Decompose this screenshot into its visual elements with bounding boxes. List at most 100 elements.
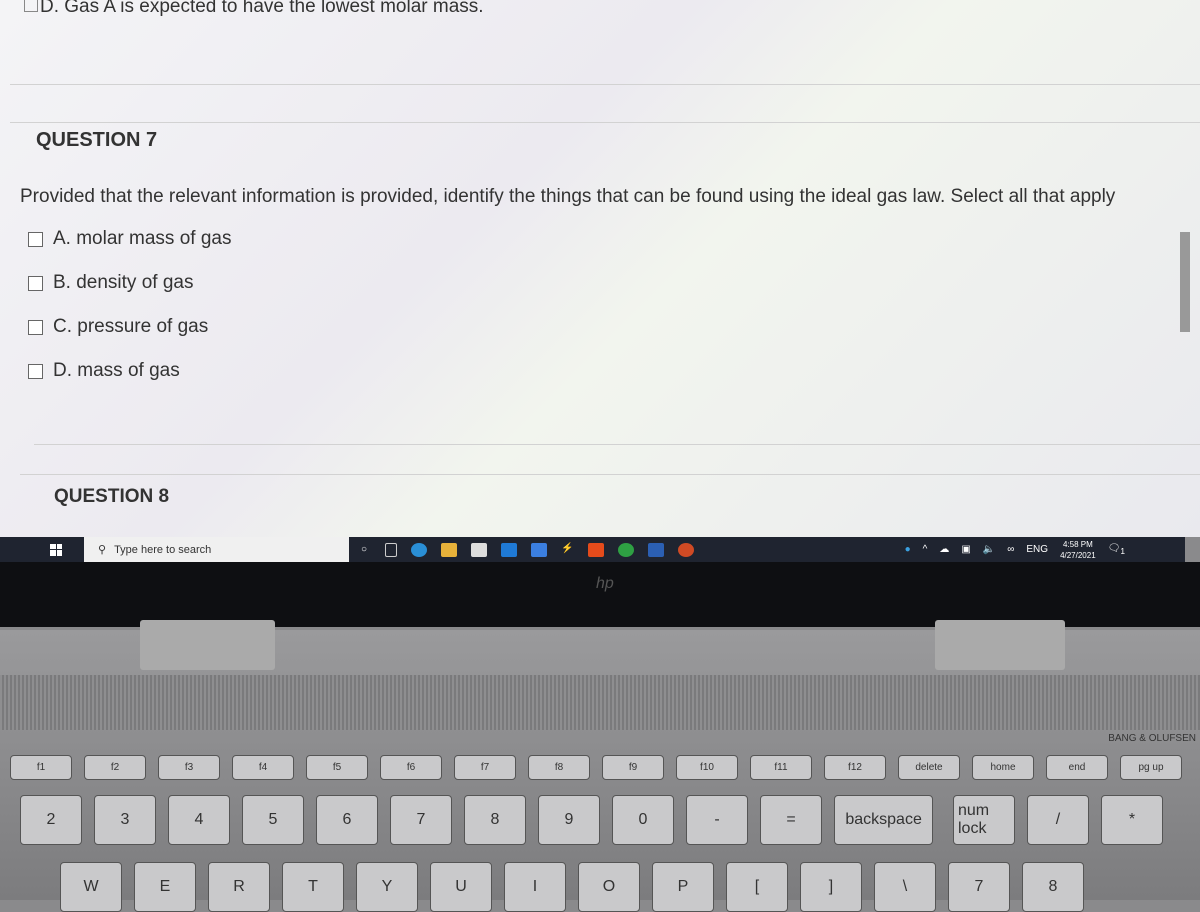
key-8[interactable]: 8 bbox=[464, 795, 526, 845]
key-f11[interactable]: f11 bbox=[750, 755, 812, 780]
key-[interactable]: = bbox=[760, 795, 822, 845]
key-end[interactable]: end bbox=[1046, 755, 1108, 780]
brand-label: BANG & OLUFSEN bbox=[1108, 733, 1196, 744]
option-a[interactable]: A. molar mass of gas bbox=[28, 228, 231, 250]
key-6[interactable]: 6 bbox=[316, 795, 378, 845]
key-[interactable]: \ bbox=[874, 862, 936, 912]
key-8[interactable]: 8 bbox=[1022, 862, 1084, 912]
hp-logo: hp bbox=[596, 575, 614, 592]
key-2[interactable]: 2 bbox=[20, 795, 82, 845]
key-E[interactable]: E bbox=[134, 862, 196, 912]
taskbar: ⚲ Type here to search ○ ⚡ ● ^ ☁ ▣ 🔈 ∞ ENG… bbox=[0, 537, 1185, 562]
key-home[interactable]: home bbox=[972, 755, 1034, 780]
option-d[interactable]: D. mass of gas bbox=[28, 360, 180, 382]
meet-now-icon[interactable]: ▣ bbox=[961, 544, 970, 555]
chrome-icon[interactable] bbox=[617, 542, 634, 557]
key-[interactable]: * bbox=[1101, 795, 1163, 845]
browser-page: D. Gas A is expected to have the lowest … bbox=[0, 0, 1200, 537]
key-f2[interactable]: f2 bbox=[84, 755, 146, 780]
store-icon[interactable] bbox=[471, 542, 488, 557]
option-c[interactable]: C. pressure of gas bbox=[28, 316, 208, 338]
divider bbox=[10, 122, 1200, 123]
chevron-up-icon[interactable]: ^ bbox=[923, 544, 928, 555]
option-label: C. pressure of gas bbox=[53, 316, 209, 337]
key-[interactable]: [ bbox=[726, 862, 788, 912]
search-placeholder: Type here to search bbox=[114, 543, 212, 556]
help-icon[interactable]: ● bbox=[905, 544, 911, 555]
file-explorer-icon[interactable] bbox=[441, 542, 458, 557]
key-pgup[interactable]: pg up bbox=[1120, 755, 1182, 780]
key-5[interactable]: 5 bbox=[242, 795, 304, 845]
key-[interactable]: / bbox=[1027, 795, 1089, 845]
key-f10[interactable]: f10 bbox=[676, 755, 738, 780]
hinge-right bbox=[935, 620, 1065, 670]
option-label: D. mass of gas bbox=[53, 360, 180, 381]
key-f6[interactable]: f6 bbox=[380, 755, 442, 780]
network-icon[interactable]: ∞ bbox=[1007, 544, 1014, 555]
key-f1[interactable]: f1 bbox=[10, 755, 72, 780]
dropbox-icon[interactable] bbox=[531, 542, 548, 557]
speaker-grille bbox=[0, 675, 1200, 730]
key-U[interactable]: U bbox=[430, 862, 492, 912]
key-9[interactable]: 9 bbox=[538, 795, 600, 845]
key-f7[interactable]: f7 bbox=[454, 755, 516, 780]
key-T[interactable]: T bbox=[282, 862, 344, 912]
powerpoint-icon[interactable] bbox=[677, 542, 694, 557]
key-backspace[interactable]: backspace bbox=[834, 795, 934, 845]
key-0[interactable]: 0 bbox=[612, 795, 674, 845]
question-7-title: QUESTION 7 bbox=[36, 129, 158, 151]
clock[interactable]: 4:58 PM 4/27/2021 bbox=[1060, 539, 1096, 561]
scrollbar[interactable] bbox=[1180, 232, 1190, 332]
task-view-icon[interactable] bbox=[385, 542, 398, 557]
key-7[interactable]: 7 bbox=[390, 795, 452, 845]
mail-icon[interactable] bbox=[501, 542, 518, 557]
key-O[interactable]: O bbox=[578, 862, 640, 912]
key-f4[interactable]: f4 bbox=[232, 755, 294, 780]
key-[interactable]: ] bbox=[800, 862, 862, 912]
checkbox[interactable] bbox=[28, 363, 43, 379]
previous-option-label: D. Gas A is expected to have the lowest … bbox=[40, 0, 484, 17]
onedrive-icon[interactable]: ☁ bbox=[939, 544, 949, 555]
key-3[interactable]: 3 bbox=[94, 795, 156, 845]
key-W[interactable]: W bbox=[60, 862, 122, 912]
option-b[interactable]: B. density of gas bbox=[28, 272, 193, 294]
taskbar-search[interactable]: ⚲ Type here to search bbox=[84, 537, 349, 562]
key-delete[interactable]: delete bbox=[898, 755, 960, 780]
key-f8[interactable]: f8 bbox=[528, 755, 590, 780]
cortana-icon[interactable]: ○ bbox=[361, 544, 367, 555]
screen-bezel bbox=[0, 562, 1200, 627]
key-P[interactable]: P bbox=[652, 862, 714, 912]
option-label: B. density of gas bbox=[53, 272, 194, 293]
checkbox[interactable] bbox=[28, 275, 43, 291]
key-f9[interactable]: f9 bbox=[602, 755, 664, 780]
key-[interactable]: - bbox=[686, 795, 748, 845]
key-R[interactable]: R bbox=[208, 862, 270, 912]
edge-icon[interactable] bbox=[411, 542, 428, 557]
key-4[interactable]: 4 bbox=[168, 795, 230, 845]
notification-icon[interactable]: 🗨1 bbox=[1108, 543, 1125, 556]
divider bbox=[20, 474, 1200, 475]
checkbox-previous[interactable] bbox=[24, 0, 38, 12]
key-Y[interactable]: Y bbox=[356, 862, 418, 912]
checkbox[interactable] bbox=[28, 231, 43, 247]
office-icon[interactable] bbox=[587, 542, 604, 557]
key-7[interactable]: 7 bbox=[948, 862, 1010, 912]
search-icon: ⚲ bbox=[98, 544, 107, 556]
word-icon[interactable] bbox=[647, 542, 664, 557]
key-numlock[interactable]: num lock bbox=[953, 795, 1015, 845]
date: 4/27/2021 bbox=[1060, 550, 1096, 560]
key-I[interactable]: I bbox=[504, 862, 566, 912]
hinge-left bbox=[140, 620, 275, 670]
divider bbox=[10, 84, 1200, 85]
windows-start-icon[interactable] bbox=[50, 543, 62, 556]
bolt-icon[interactable]: ⚡ bbox=[561, 543, 573, 557]
question-8-title: QUESTION 8 bbox=[54, 486, 170, 507]
volume-icon[interactable]: 🔈 bbox=[983, 544, 995, 555]
language-indicator[interactable]: ENG bbox=[1026, 544, 1048, 555]
key-f3[interactable]: f3 bbox=[158, 755, 220, 780]
key-f5[interactable]: f5 bbox=[306, 755, 368, 780]
key-f12[interactable]: f12 bbox=[824, 755, 886, 780]
notification-count: 1 bbox=[1120, 546, 1125, 556]
checkbox[interactable] bbox=[28, 319, 43, 335]
option-label: A. molar mass of gas bbox=[53, 228, 232, 249]
